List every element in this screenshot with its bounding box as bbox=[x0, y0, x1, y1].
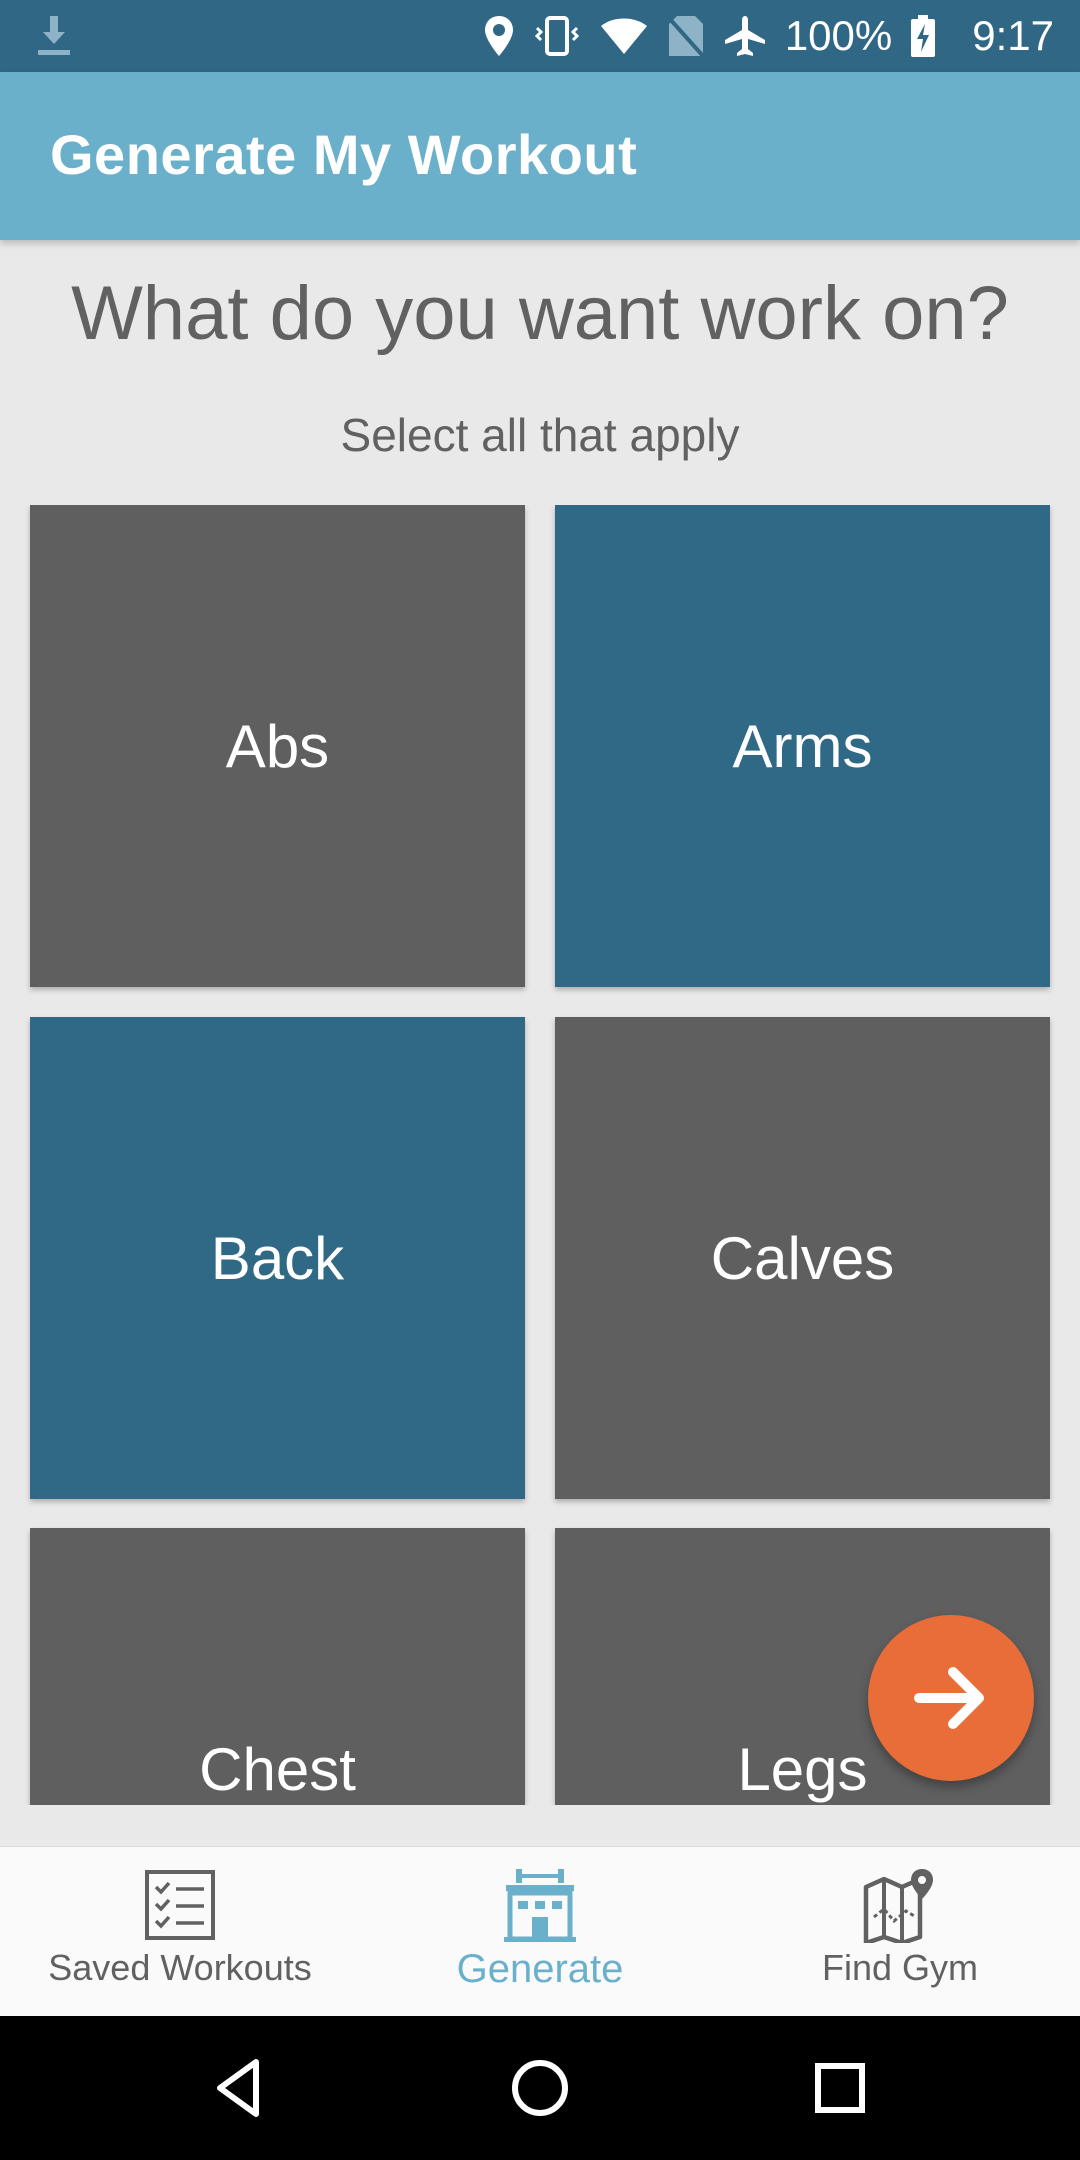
tile-label: Chest bbox=[199, 1735, 356, 1803]
tile-abs[interactable]: Abs bbox=[30, 505, 525, 987]
map-pin-icon bbox=[862, 1867, 938, 1943]
nav-label: Generate bbox=[456, 1947, 624, 1991]
tile-label: Back bbox=[210, 1224, 345, 1292]
screen: 100% 9:17 Generate My Workout What do yo… bbox=[0, 0, 1080, 2160]
checklist-icon bbox=[144, 1867, 216, 1943]
wifi-icon bbox=[600, 18, 647, 54]
nav-item-generate[interactable]: Generate bbox=[390, 1847, 690, 2017]
back-button[interactable] bbox=[168, 2016, 312, 2160]
tile-label: Abs bbox=[225, 712, 330, 780]
question-heading: What do you want work on? bbox=[71, 271, 1009, 356]
tile-label: Calves bbox=[710, 1224, 895, 1292]
home-circle-icon bbox=[512, 2060, 568, 2116]
vibrate-icon bbox=[534, 16, 579, 56]
no-sim-icon bbox=[667, 16, 705, 58]
location-icon bbox=[484, 16, 513, 56]
arrow-right-icon bbox=[914, 1667, 984, 1729]
status-time: 9:17 bbox=[972, 12, 1054, 59]
tile-label: Legs bbox=[737, 1735, 868, 1803]
recent-apps-square-icon bbox=[815, 2063, 865, 2113]
next-button[interactable] bbox=[868, 1615, 1034, 1781]
battery-charging-icon bbox=[911, 15, 936, 57]
gym-building-icon bbox=[502, 1867, 578, 1943]
back-triangle-icon bbox=[217, 2059, 259, 2117]
nav-item-find-gym[interactable]: Find Gym bbox=[750, 1847, 1050, 2017]
home-button[interactable] bbox=[468, 2016, 612, 2160]
nav-label: Saved Workouts bbox=[48, 1947, 312, 1988]
nav-label: Find Gym bbox=[821, 1947, 979, 1988]
tile-calves[interactable]: Calves bbox=[555, 1017, 1050, 1499]
tile-back[interactable]: Back bbox=[30, 1017, 525, 1499]
battery-percentage: 100% bbox=[784, 12, 893, 59]
page-title: Generate My Workout bbox=[50, 123, 638, 186]
nav-item-saved-workouts[interactable]: Saved Workouts bbox=[30, 1847, 330, 2017]
muscle-group-grid: Abs Arms Back Calves Chest Legs bbox=[0, 505, 1080, 1805]
tile-arms[interactable]: Arms bbox=[555, 505, 1050, 987]
bottom-navigation: Saved Workouts Generate Find Gym bbox=[0, 1846, 1080, 2017]
tile-chest[interactable]: Chest bbox=[30, 1528, 525, 1805]
status-bar: 100% 9:17 bbox=[0, 0, 1080, 72]
status-icons: 100% 9:17 bbox=[483, 0, 1054, 72]
tile-label: Arms bbox=[732, 712, 873, 780]
instruction-subheading: Select all that apply bbox=[340, 409, 740, 461]
app-bar: Generate My Workout bbox=[0, 72, 1080, 240]
airplane-mode-icon bbox=[724, 16, 765, 56]
download-icon bbox=[38, 16, 70, 55]
recent-apps-button[interactable] bbox=[768, 2016, 912, 2160]
system-navigation-bar bbox=[0, 2016, 1080, 2160]
